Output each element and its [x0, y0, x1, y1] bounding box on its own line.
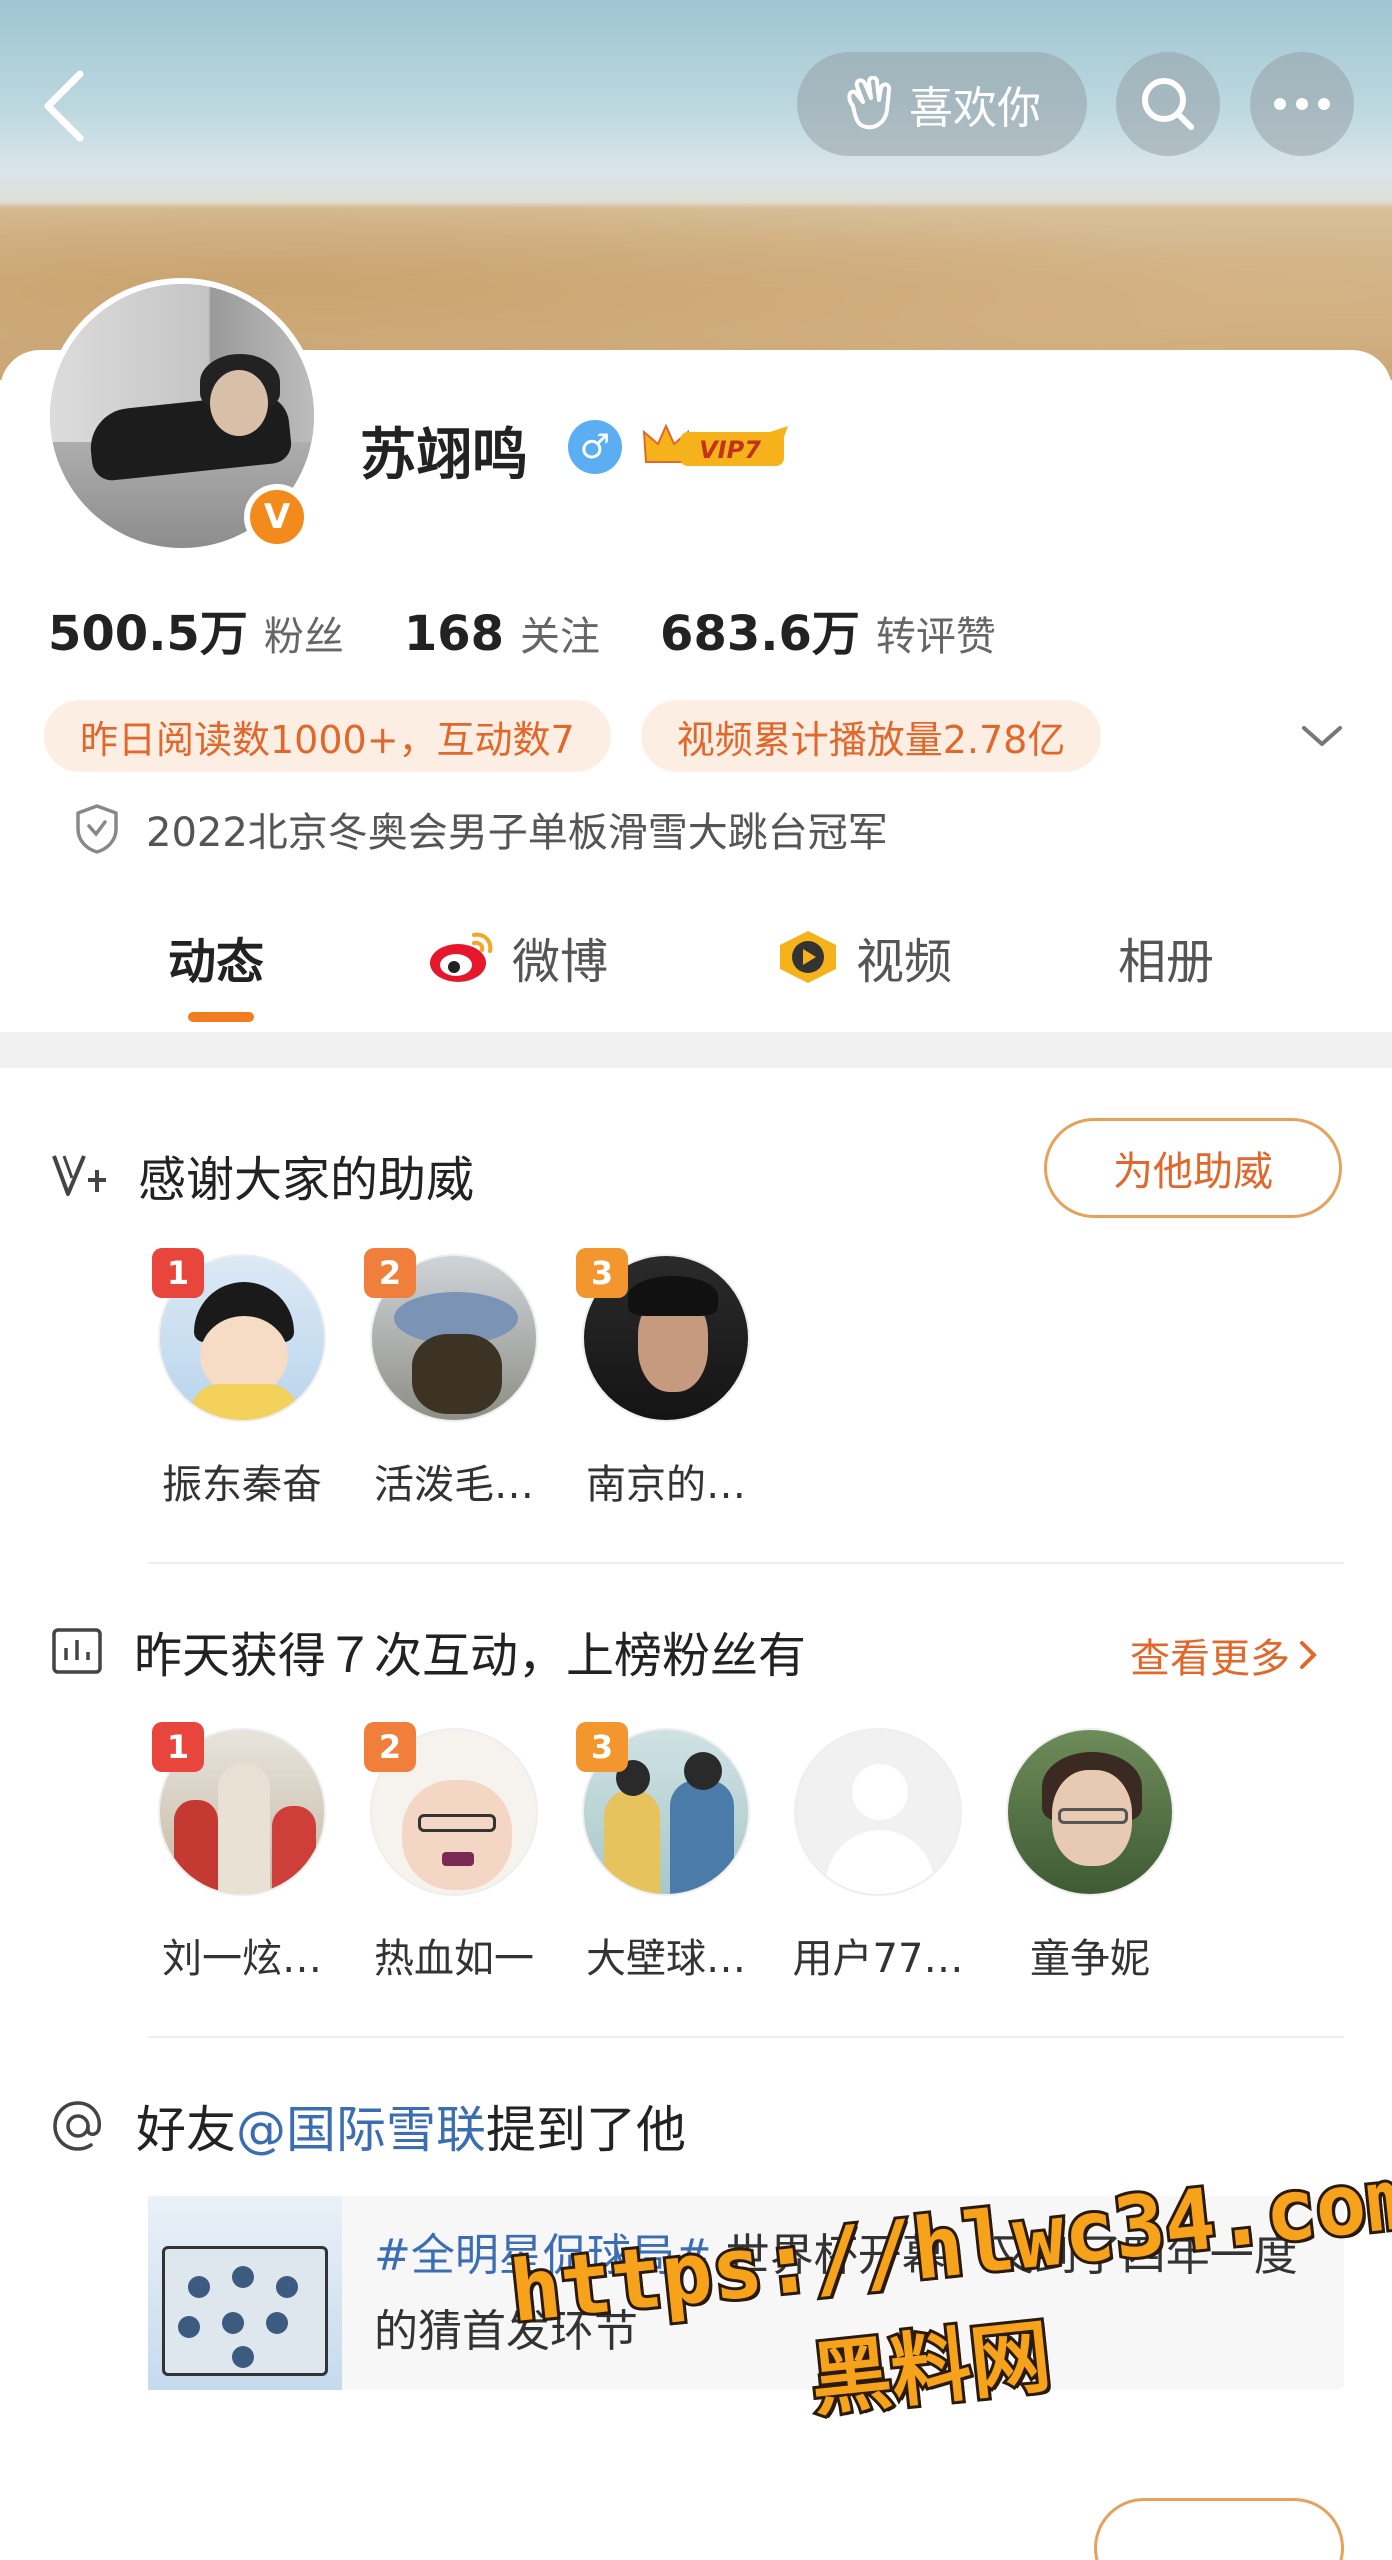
support-section-title: 感谢大家的助威 — [138, 1152, 475, 1208]
default-user-avatar-icon — [794, 1728, 962, 1896]
profile-name: 苏翊鸣 — [360, 423, 528, 488]
mention-line: 好友@国际雪联提到了他 — [50, 2090, 686, 2162]
at-sign-icon — [53, 2101, 101, 2151]
fan-item[interactable]: 童争妮 — [990, 1728, 1190, 1984]
male-gender-icon: ♂ — [568, 420, 622, 474]
mention-prefix: 好友 — [136, 2101, 236, 2159]
tab-label: 视频 — [856, 934, 953, 990]
tab-dynamic[interactable]: 动态 — [168, 922, 264, 992]
bar-chart-icon — [52, 1628, 102, 1674]
fan-item[interactable]: 1 刘一炫… — [142, 1722, 342, 1984]
fan-name: 活泼毛… — [374, 1462, 534, 1508]
like-you-label: 喜欢你 — [909, 83, 1041, 134]
rank-badge: 2 — [364, 1722, 416, 1772]
tab-album[interactable]: 相册 — [1118, 922, 1214, 992]
fan-item[interactable]: 2 热血如一 — [354, 1722, 554, 1984]
fan-item[interactable]: 1 振东秦奋 — [142, 1248, 342, 1510]
fan-item[interactable]: 用户77… — [778, 1728, 978, 1984]
stat-label: 关注 — [520, 614, 601, 660]
stat-following[interactable]: 168 关注 — [404, 604, 600, 662]
stat-followers[interactable]: 500.5万 粉丝 — [48, 594, 344, 664]
mention-text: 好友@国际雪联提到了他 — [136, 2090, 686, 2162]
support-fan-row: 1 振东秦奋 2 活泼毛… 3 南京的… — [0, 1248, 1392, 1534]
fan-name: 童争妮 — [1030, 1936, 1150, 1982]
shield-check-icon — [76, 804, 118, 854]
profile-stats: 500.5万 粉丝 168 关注 683.6万 转评赞 — [48, 594, 1056, 664]
tab-label: 动态 — [168, 934, 265, 990]
tab-video[interactable]: 视频 — [776, 922, 952, 992]
rank-badge: 3 — [576, 1722, 628, 1772]
rank-badge: 3 — [576, 1248, 628, 1298]
rank-badge: 2 — [364, 1248, 416, 1298]
fan-name: 振东秦奋 — [162, 1462, 322, 1508]
stat-number: 500.5万 — [48, 606, 248, 662]
mention-user-link[interactable]: @国际雪联 — [236, 2101, 486, 2159]
interaction-section-header: 昨天获得７次互动，上榜粉丝有 — [50, 1616, 806, 1686]
more-dots-icon — [1274, 98, 1330, 110]
support-section-header: 感谢大家的助威 — [50, 1140, 474, 1210]
search-button[interactable] — [1116, 52, 1220, 156]
view-more-link[interactable]: 查看更多 — [1130, 1626, 1320, 1684]
tab-label: 微博 — [512, 934, 609, 990]
fan-avatar — [1006, 1728, 1174, 1896]
weibo-logo-icon — [430, 932, 493, 982]
stat-number: 168 — [403, 606, 505, 662]
like-you-button[interactable]: 喜欢你 — [797, 52, 1087, 156]
row-divider — [148, 1562, 1344, 1564]
vip-crown-icon: VIP7 — [642, 423, 788, 466]
mention-suffix: 提到了他 — [486, 2101, 686, 2159]
stat-label: 转评赞 — [875, 614, 996, 660]
tab-label: 相册 — [1118, 934, 1215, 990]
more-button[interactable] — [1250, 52, 1354, 156]
stat-number: 683.6万 — [660, 606, 860, 662]
back-button[interactable] — [36, 66, 92, 146]
video-play-icon — [780, 931, 836, 983]
fan-name: 南京的… — [586, 1462, 746, 1508]
fan-name: 大壁球… — [586, 1936, 746, 1982]
fan-name: 热血如一 — [374, 1936, 534, 1982]
fan-item[interactable]: 2 活泼毛… — [354, 1248, 554, 1510]
partial-follow-button[interactable] — [1094, 2498, 1344, 2560]
interaction-fan-row: 1 刘一炫… 2 热血如一 3 大壁球… 用户77… 童争妮 — [0, 1722, 1392, 2008]
v-plus-icon — [52, 1155, 106, 1196]
rank-badge: 1 — [152, 1248, 204, 1298]
chevron-left-icon — [44, 70, 84, 142]
tag-video-plays[interactable]: 视频累计播放量2.78亿 — [640, 700, 1102, 772]
profile-tabs: 动态 微博 视频 相册 — [0, 912, 1392, 1022]
post-thumbnail — [148, 2196, 342, 2390]
fan-name: 刘一炫… — [162, 1936, 322, 1982]
vip-badge[interactable]: VIP7 — [640, 418, 790, 474]
active-tab-indicator — [188, 1012, 254, 1022]
fan-name: 用户77… — [792, 1936, 964, 1982]
interaction-section-title: 昨天获得７次互动，上榜粉丝有 — [134, 1628, 807, 1684]
tab-weibo[interactable]: 微博 — [428, 922, 608, 992]
tag-reading-stats[interactable]: 昨日阅读数1000+，互动数7 — [44, 700, 611, 772]
stat-interactions[interactable]: 683.6万 转评赞 — [660, 594, 996, 664]
support-him-button[interactable]: 为他助威 — [1044, 1118, 1342, 1218]
stat-label: 粉丝 — [263, 614, 344, 660]
chevron-right-icon — [1300, 1641, 1317, 1669]
hand-wave-icon — [847, 76, 892, 130]
verified-badge-icon: V — [244, 484, 310, 550]
honor-line: 2022北京冬奥会男子单板滑雪大跳台冠军 — [74, 800, 888, 858]
view-more-label: 查看更多 — [1130, 1636, 1290, 1682]
fan-item[interactable]: 3 南京的… — [566, 1248, 766, 1510]
chevron-down-icon[interactable] — [1300, 716, 1344, 756]
search-icon — [1142, 78, 1194, 130]
row-divider — [148, 2036, 1344, 2038]
honor-text: 2022北京冬奥会男子单板滑雪大跳台冠军 — [146, 810, 888, 856]
profile-tags: 昨日阅读数1000+，互动数7 视频累计播放量2.78亿 — [44, 700, 1102, 772]
fan-item[interactable]: 3 大壁球… — [566, 1722, 766, 1984]
vip-label: VIP7 — [699, 436, 761, 464]
rank-badge: 1 — [152, 1722, 204, 1772]
section-divider — [0, 1032, 1392, 1068]
